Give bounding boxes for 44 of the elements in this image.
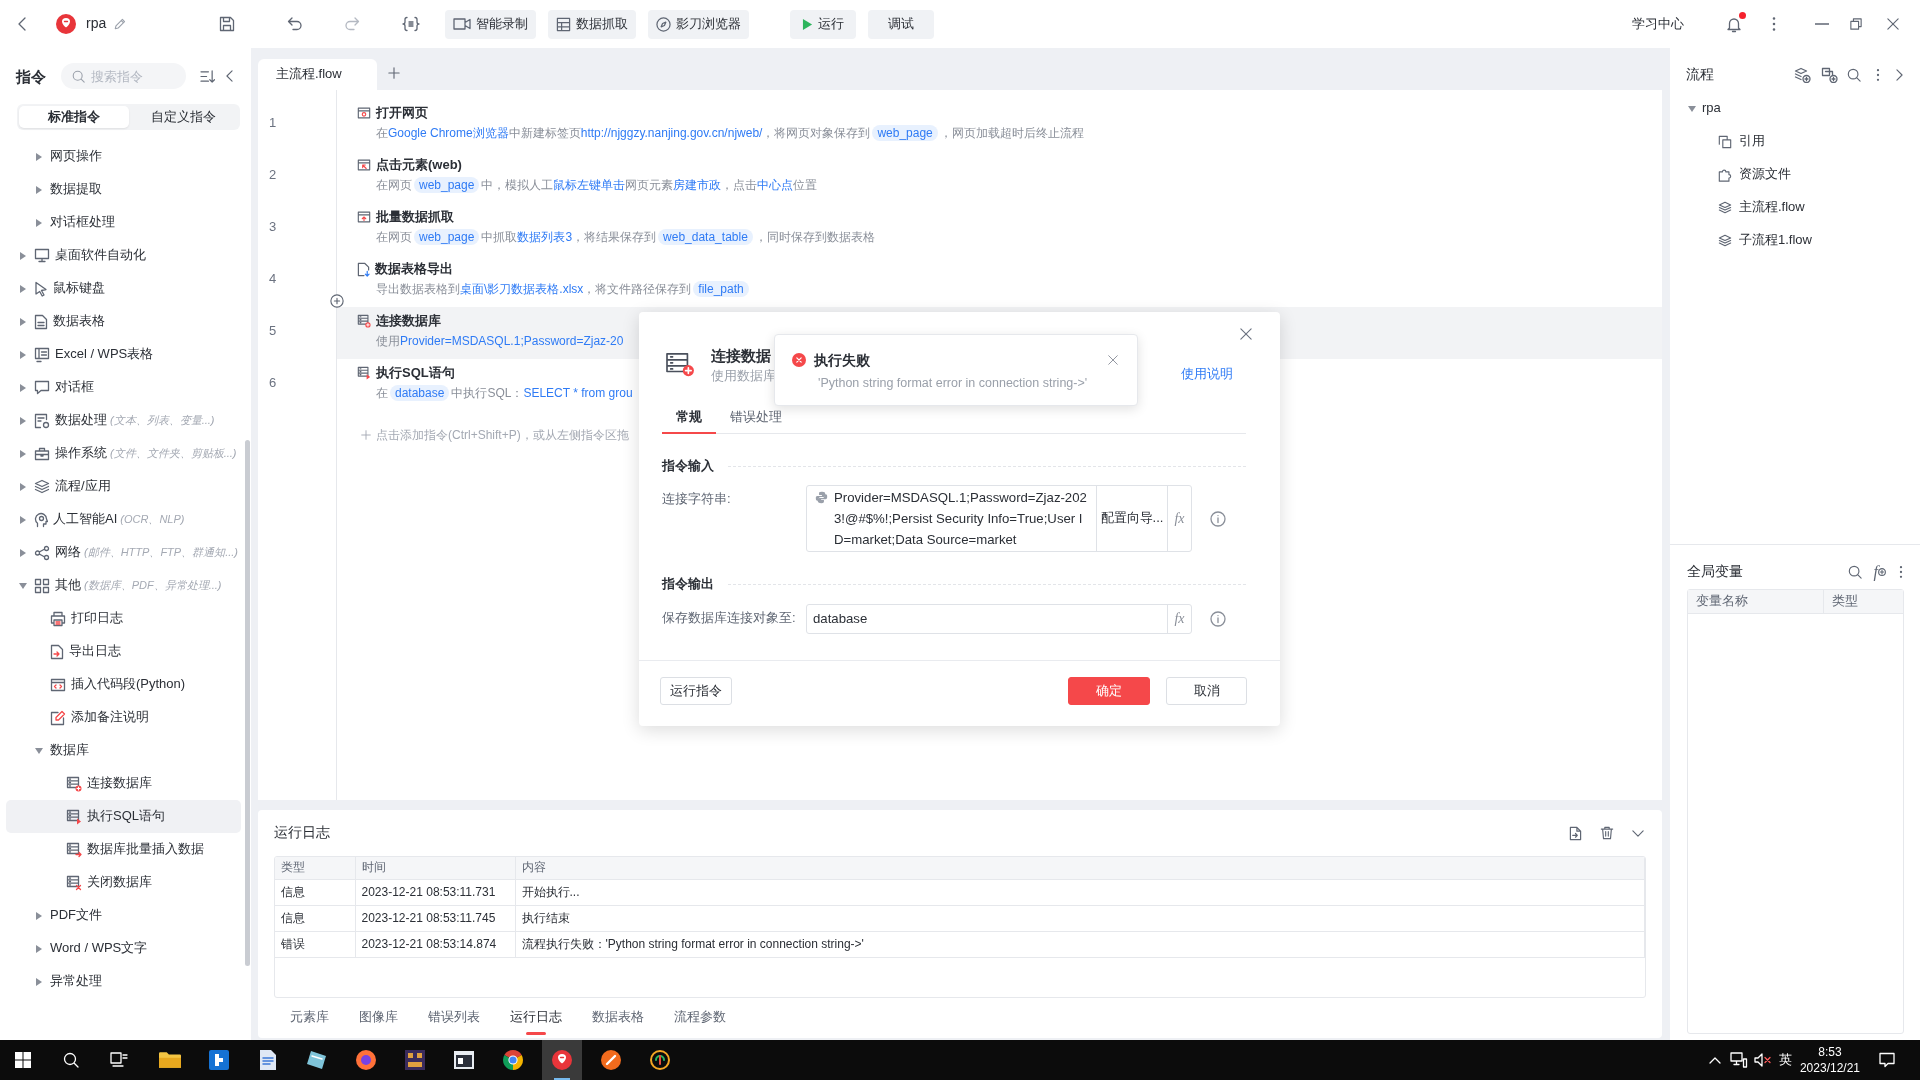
- table-cell: 开始执行...: [515, 879, 1645, 905]
- panel-title: 指令: [16, 66, 47, 87]
- step-description: 在 database 中执行SQL：SELECT * from grou: [376, 384, 633, 403]
- table-cell: 2023-12-21 08:53:14.874: [355, 931, 515, 957]
- field-label: 连接字符串:: [662, 490, 732, 508]
- table-cell: 信息: [275, 905, 355, 931]
- field-label: 保存数据库连接对象至:: [662, 609, 797, 627]
- section-title: 指令输入: [662, 456, 714, 475]
- toast-message: 'Python string format error in connection string->': [818, 375, 1088, 392]
- step-title: 打开网页: [376, 103, 428, 122]
- panel-title: 全局变量: [1687, 561, 1743, 581]
- step-description: 在Google Chrome浏览器中新建标签页http://njggzy.nanjing.gov.cn/njweb/，将网页对象保存到 web_page ，网页加载超时后终止流程: [376, 124, 1084, 143]
- step-description: 在网页 web_page 中，模拟人工鼠标左键单击网页元素房建市政，点击中心点位置: [376, 176, 818, 195]
- line-number: 5: [268, 322, 277, 340]
- column-header: 类型: [275, 857, 355, 879]
- step-title: 数据表格导出: [375, 259, 453, 278]
- column-header: 内容: [515, 857, 1645, 879]
- step-description: 在网页 web_page 中抓取数据列表3，将结果保存到 web_data_table ，同时保存到数据表格: [376, 228, 875, 247]
- table-cell: 错误: [275, 931, 355, 957]
- step-title: 执行SQL语句: [376, 363, 455, 382]
- column-header: 时间: [355, 857, 515, 879]
- toast-title: 执行失败: [814, 351, 870, 370]
- table-cell: 执行结束: [515, 905, 1645, 931]
- step-title: 点击元素(web): [376, 155, 462, 174]
- step-description: 使用Provider=MSDASQL.1;Password=Zjaz-20: [376, 333, 624, 350]
- project-name: rpa: [86, 14, 107, 34]
- step-title: 批量数据抓取: [376, 207, 454, 226]
- table-cell: 2023-12-21 08:53:11.745: [355, 905, 515, 931]
- line-number: 1: [268, 114, 277, 132]
- column-header: 变量名称: [1688, 590, 1824, 613]
- table-cell: 流程执行失败：'Python string format error in connection string->': [515, 931, 1645, 957]
- dialog-title: 连接数据: [711, 346, 772, 366]
- section-title: 指令输出: [662, 574, 714, 593]
- panel-title: 运行日志: [274, 823, 330, 843]
- line-number: 2: [268, 166, 277, 184]
- table-cell: 信息: [275, 879, 355, 905]
- panel-title: 流程: [1686, 65, 1714, 85]
- line-number: 3: [268, 218, 277, 236]
- column-header: 类型: [1831, 593, 1858, 610]
- table-cell: 2023-12-21 08:53:11.731: [355, 879, 515, 905]
- step-title: 连接数据库: [376, 311, 441, 330]
- line-number: 6: [268, 374, 277, 392]
- step-description: 导出数据表格到桌面\影刀数据表格.xlsx，将文件路径保存到 file_path: [376, 279, 751, 299]
- line-number: 4: [268, 270, 277, 288]
